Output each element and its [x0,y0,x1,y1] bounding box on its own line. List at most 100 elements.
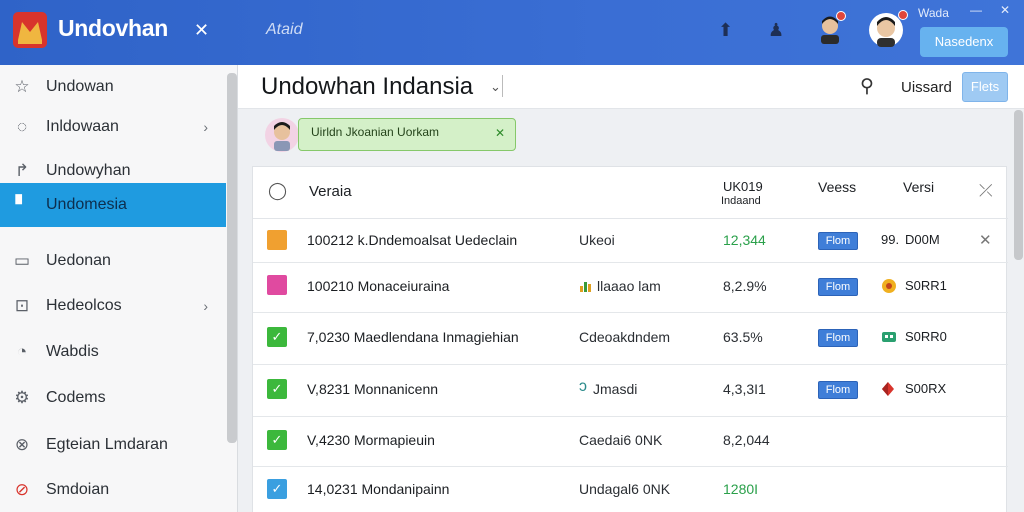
row-checkbox[interactable]: ✓ [267,379,287,399]
column-header-veess[interactable]: Veess [818,179,856,195]
sidebar-item-wabdis[interactable]: ◔ Wabdis [0,330,226,374]
chevron-down-icon[interactable]: ⌄ [490,79,501,95]
coin-icon [882,279,896,293]
window-close-icon[interactable]: ✕ [1000,3,1010,17]
row-value: 4,3,3I1 [723,381,766,397]
sidebar-item-uedonan[interactable]: ▭ Uedonan [0,239,226,283]
bookmark-icon: ▘ [15,195,29,214]
row-type: Caedai6 0NK [579,432,663,448]
row-value: 63.5% [723,329,763,345]
row-type: llaaao lam [597,278,661,294]
table-row[interactable]: ✓ 7,0230 Maedlendana Inmagiehian Cdeoakd… [253,313,1008,365]
chevron-right-icon: › [203,298,208,314]
row-checkbox[interactable]: ✓ [267,479,287,499]
sidebar-item-label: Uedonan [46,252,111,269]
row-name: 14,0231 Mondanipainn [307,481,450,497]
star-icon: ☆ [14,77,30,96]
sidebar-item-smdoian[interactable]: ⊘ Smdoian [0,468,226,512]
sidebar-item-codems[interactable]: ⚙ Codems [0,376,226,420]
sidebar-item-label: Wabdis [46,343,99,360]
bar-chart-icon [580,282,591,292]
row-type: Cdeoakdndem [579,329,671,345]
terminal-icon: ⊡ [14,296,30,315]
sidebar-item-hedeolcos[interactable]: ⊡ Hedeolcos › [0,284,226,328]
page-title: Undowhan Indansia [261,73,474,100]
monitor-icon: ▭ [13,251,31,270]
sidebar-item-label: Undomesia [46,196,127,213]
sidebar-item-inldowaan[interactable]: ◌ Inldowaan › [0,105,226,149]
header-user[interactable]: Uissard [901,79,952,96]
pawn-icon[interactable]: ♟ [768,20,784,41]
row-code: S00RX [905,381,947,396]
row-name: 7,0230 Maedlendana Inmagiehian [307,329,519,345]
collapse-icon[interactable]: ⤫ [979,181,993,201]
row-value: 8,2.9% [723,278,767,294]
row-value: 1280I [723,481,759,497]
sidebar-item-label: Hedeolcos [46,297,122,314]
hook-icon: ↄ [579,378,587,395]
table-header: ◯ Veraia UK019 Indaand Veess Versi ⤫ [253,167,1008,219]
row-close-icon[interactable]: ✕ [979,231,992,249]
comment-icon: ◯ [268,181,288,200]
search-icon[interactable]: ⚲ [860,75,874,98]
table-row[interactable]: 100210 Monaceiuraina llaaao lam 8,2.9% F… [253,263,1008,313]
row-checkbox[interactable] [267,230,287,250]
row-name: 100210 Monaceiuraina [307,278,450,294]
table-row[interactable]: ✓ V,4230 Mormapieuin Caedai6 0NK 8,2,044 [253,417,1008,467]
leaf-icon: ◔ [16,342,28,361]
row-badge[interactable]: Flom [818,381,858,399]
row-code: S0RR0 [905,329,947,344]
row-badge[interactable]: Flom [818,232,858,250]
column-header-name[interactable]: Veraia [309,183,352,200]
notification-badge [898,10,908,20]
title-divider [502,75,503,97]
sidebar-item-label: Smdoian [46,481,110,498]
row-checkbox[interactable]: ✓ [267,327,287,347]
row-prefix: 99. [881,232,900,247]
upload-icon[interactable]: ⬆ [718,20,733,41]
share-icon: ↱ [14,161,30,180]
chip-close-icon[interactable]: ✕ [495,126,505,140]
row-type: Ukeoi [579,232,615,248]
top-action-button[interactable]: Nasedenx [920,27,1008,57]
gear-icon: ⚙ [14,388,30,407]
tools-icon: ⊗ [14,435,30,454]
sidebar-scrollbar[interactable] [227,73,237,443]
header-filter-button[interactable]: Flets [962,72,1008,102]
sidebar-item-label: Undowyhan [46,162,131,179]
row-name: V,4230 Mormapieuin [307,432,435,448]
filter-chip[interactable]: Uirldn Jkoanian Uorkam ✕ [298,118,516,151]
row-code: S0RR1 [905,278,947,293]
row-checkbox[interactable] [267,275,287,295]
column-header-value-sub: Indaand [721,195,761,207]
alert-icon: ⊘ [14,480,30,499]
sidebar-item-egteian-lmdaran[interactable]: ⊗ Egteian Lmdaran [0,423,226,467]
column-header-versi[interactable]: Versi [903,179,934,195]
app-title: Undovhan [58,15,169,41]
row-type: Undagal6 0NK [579,481,671,497]
table-row[interactable]: ✓ 14,0231 Mondanipainn Undagal6 0NK 1280… [253,467,1008,512]
top-search-text[interactable]: Ataid [266,21,302,39]
column-header-value[interactable]: UK019 [723,179,763,194]
main-scrollbar[interactable] [1014,110,1023,260]
sidebar: ☆ Undowan ◌ Inldowaan › ↱ Undowyhan ▘ Un… [0,65,238,512]
chip-label: Uirldn Jkoanian Uorkam [311,125,440,139]
row-code: D00M [905,232,940,247]
main-header: Undowhan Indansia ⌄ ⚲ Uissard Flets [238,65,1024,109]
window-title: Wada [918,6,949,20]
notification-badge [836,11,846,21]
table-row[interactable]: ✓ V,8231 Monnanicenn ↄ Jmasdi 4,3,3I1 Fl… [253,365,1008,417]
sidebar-item-undowan[interactable]: ☆ Undowan [0,65,226,109]
sidebar-item-label: Egteian Lmdaran [46,436,168,453]
table-row[interactable]: 100212 k.Dndemoalsat Uedeclain Ukeoi 12,… [253,219,1008,263]
row-checkbox[interactable]: ✓ [267,430,287,450]
row-badge[interactable]: Flom [818,329,858,347]
row-badge[interactable]: Flom [818,278,858,296]
close-icon[interactable]: ✕ [194,20,209,41]
data-table: ◯ Veraia UK019 Indaand Veess Versi ⤫ 100… [252,166,1008,512]
minimize-icon[interactable]: — [970,3,982,17]
sidebar-item-undomesia[interactable]: ▘ Undomesia [0,183,226,227]
row-name: 100212 k.Dndemoalsat Uedeclain [307,232,518,248]
sidebar-item-label: Undowan [46,78,114,95]
grid-icon [882,332,896,342]
